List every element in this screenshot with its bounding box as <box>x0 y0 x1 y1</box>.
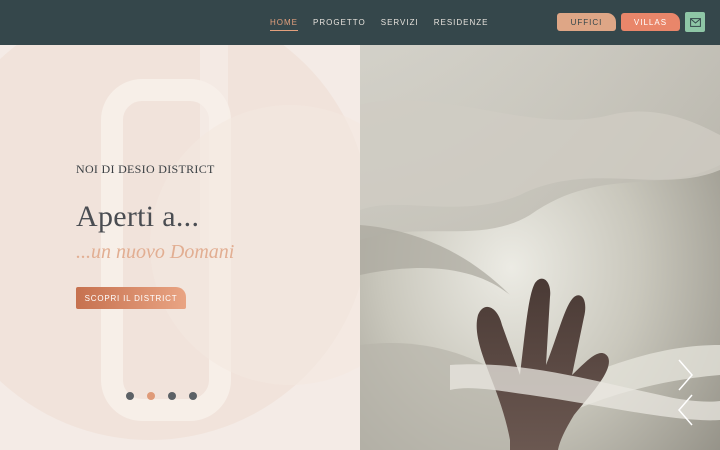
slide-dot-3[interactable] <box>168 392 176 400</box>
hero-image <box>360 45 720 450</box>
previous-slide-arrow-icon[interactable] <box>676 393 696 427</box>
main-nav: HOME PROGETTO SERVIZI RESIDENZE <box>270 0 489 45</box>
nav-item-servizi[interactable]: SERVIZI <box>381 14 419 31</box>
hero-subtitle: NOI DI DESIO DISTRICT <box>76 162 215 176</box>
top-navigation-bar: HOME PROGETTO SERVIZI RESIDENZE UFFICI V… <box>0 0 720 45</box>
hero-tagline: ...un nuovo Domani <box>76 241 235 263</box>
hero-text-panel: NOI DI DESIO DISTRICT Aperti a... ...un … <box>0 45 360 450</box>
nav-item-residenze[interactable]: RESIDENZE <box>434 14 489 31</box>
hand-and-linen-photo <box>360 45 720 450</box>
scopri-district-button[interactable]: SCOPRI IL DISTRICT <box>76 287 186 309</box>
slide-dot-1[interactable] <box>126 392 134 400</box>
mail-button[interactable] <box>685 12 705 32</box>
next-slide-arrow-icon[interactable] <box>676 358 696 392</box>
mail-icon <box>689 17 701 27</box>
slider-pagination <box>126 392 197 400</box>
nav-item-home[interactable]: HOME <box>270 14 298 31</box>
slide-dot-2[interactable] <box>147 392 155 400</box>
villas-button[interactable]: VILLAS <box>621 13 680 31</box>
hero-headline: Aperti a... <box>76 200 200 233</box>
slide-dot-4[interactable] <box>189 392 197 400</box>
nav-item-progetto[interactable]: PROGETTO <box>313 14 366 31</box>
uffici-button[interactable]: UFFICI <box>557 13 616 31</box>
